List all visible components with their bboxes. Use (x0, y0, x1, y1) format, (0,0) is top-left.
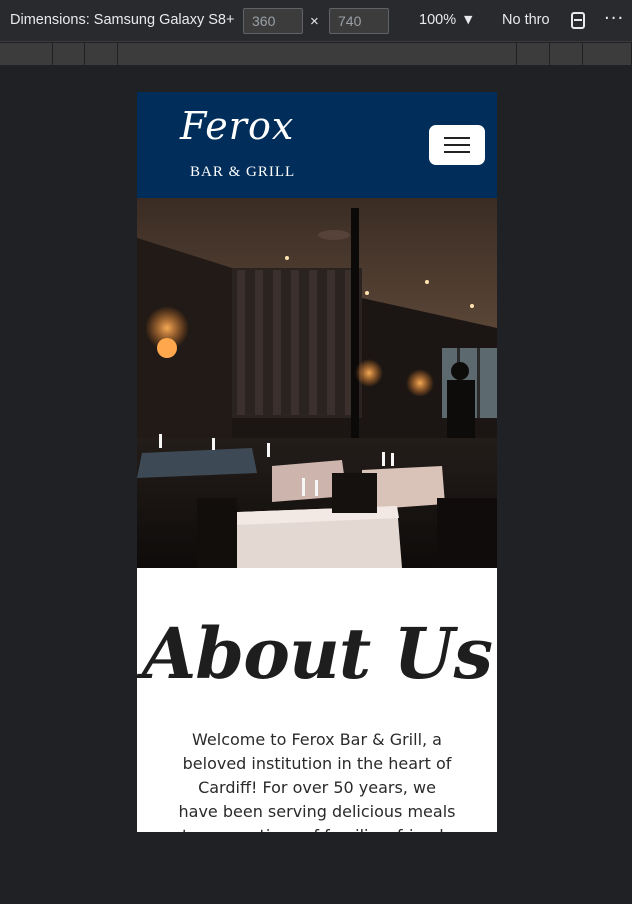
zoom-caret-icon[interactable]: ▼ (464, 13, 472, 26)
more-options-icon[interactable]: ··· (604, 8, 624, 29)
media-query-segment[interactable] (53, 43, 85, 65)
site-logo[interactable]: Ferox (180, 104, 294, 148)
media-query-bar (0, 43, 632, 65)
hamburger-menu-button[interactable] (429, 125, 485, 165)
media-query-segment[interactable] (0, 43, 53, 65)
hamburger-line (444, 144, 470, 146)
device-viewport: Ferox BAR & GRILL About Us Welcome to Fe… (137, 92, 497, 832)
zoom-dropdown[interactable]: 100% (419, 12, 456, 28)
hamburger-line (444, 151, 470, 153)
device-width-input[interactable] (243, 8, 303, 34)
throttle-dropdown[interactable]: No thro (502, 12, 550, 28)
hamburger-line (444, 137, 470, 139)
device-dimensions-dropdown[interactable]: Dimensions: Samsung Galaxy S8+ (10, 12, 234, 28)
about-us-paragraph: Welcome to Ferox Bar & Grill, a beloved … (178, 730, 456, 832)
media-query-segment[interactable] (583, 43, 632, 65)
about-us-heading: About Us (142, 612, 493, 695)
media-query-segment[interactable] (550, 43, 583, 65)
site-logo-subtitle[interactable]: BAR & GRILL (190, 164, 295, 181)
media-query-segment[interactable] (85, 43, 118, 65)
media-query-segment[interactable] (118, 43, 517, 65)
media-query-segment[interactable] (517, 43, 550, 65)
dimensions-separator: × (310, 13, 319, 30)
rotate-device-icon[interactable] (571, 12, 585, 29)
device-height-input[interactable] (329, 8, 389, 34)
devtools-device-toolbar: Dimensions: Samsung Galaxy S8+ × 100% ▼ … (0, 0, 632, 42)
restaurant-interior-image (137, 198, 497, 568)
site-navbar: Ferox BAR & GRILL (137, 92, 497, 198)
